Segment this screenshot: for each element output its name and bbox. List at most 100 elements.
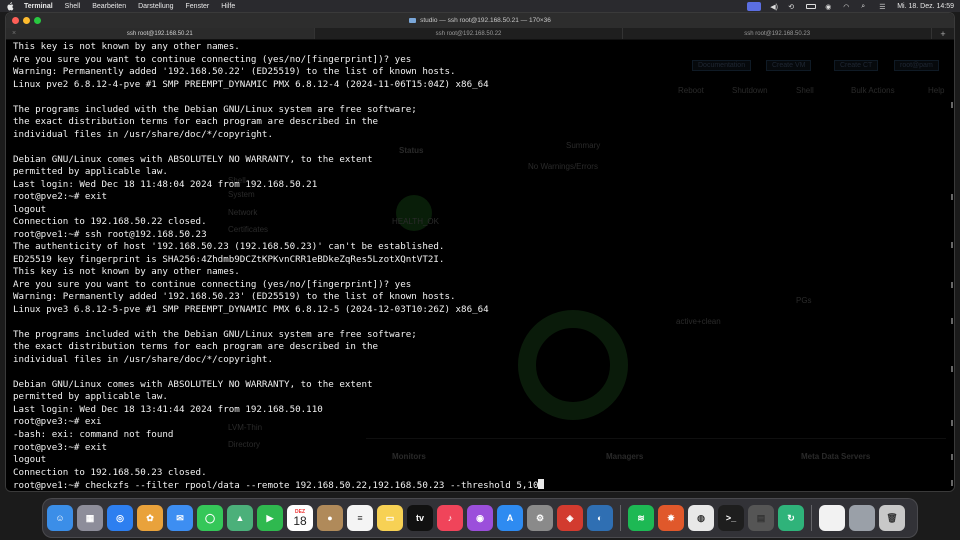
dock-mail-icon[interactable]: ✉ — [167, 505, 193, 531]
dock-reminders-icon[interactable]: ≡ — [347, 505, 373, 531]
tab-ssh-23[interactable]: ssh root@192.168.50.23 — [623, 28, 933, 39]
dock-app-green-icon[interactable]: ↻ — [778, 505, 804, 531]
dock-app-blue-icon[interactable]: ◐ — [587, 505, 613, 531]
screen-share-icon[interactable] — [747, 1, 762, 11]
terminal-line: -bash: exi: command not found — [13, 428, 174, 440]
dock-music-icon[interactable]: ♪ — [437, 505, 463, 531]
traffic-lights — [12, 17, 41, 24]
terminal-line: Last login: Wed Dec 18 13:41:44 2024 fro… — [13, 403, 323, 415]
terminal-line: root@pve3:~# exi — [13, 416, 102, 428]
dock-separator — [811, 505, 812, 531]
dock-contacts-icon[interactable]: ● — [317, 505, 343, 531]
tab-label: ssh root@192.168.50.23 — [744, 30, 811, 37]
terminal-line: Debian GNU/Linux comes with ABSOLUTELY N… — [13, 378, 373, 390]
dock-podcasts-icon[interactable]: ◉ — [467, 505, 493, 531]
menubar-clock[interactable]: Mi. 18. Dez. 14:59 — [897, 3, 954, 10]
dock-photos-icon[interactable]: ✿ — [137, 505, 163, 531]
dock-spotify-icon[interactable]: ≋ — [628, 505, 654, 531]
menu-darstellung[interactable]: Darstellung — [138, 3, 173, 10]
folder-icon — [409, 18, 417, 23]
dock-terminal-icon[interactable]: >_ — [718, 505, 744, 531]
dock-app-store-icon[interactable]: A — [497, 505, 523, 531]
terminal-line: The programs included with the Debian GN… — [13, 103, 417, 115]
dock-system-settings-icon[interactable]: ⚙ — [527, 505, 553, 531]
volume-icon[interactable]: ◀) — [770, 3, 779, 11]
dock-chrome-icon[interactable]: ◍ — [688, 505, 714, 531]
terminal-line: logout — [13, 454, 47, 466]
dock-app-red-icon[interactable]: ◈ — [557, 505, 583, 531]
zoom-window-button[interactable] — [34, 17, 41, 24]
window-title: studio — ssh root@192.168.50.21 — 170×36 — [409, 17, 551, 24]
tab-ssh-22[interactable]: ssh root@192.168.50.22 — [315, 28, 624, 39]
scroll-markers — [950, 40, 953, 491]
dock-maps-icon[interactable]: ▲ — [227, 505, 253, 531]
dock-finder-icon[interactable]: ☺ — [47, 505, 73, 531]
search-icon[interactable]: ⌕ — [861, 3, 870, 10]
terminal-line: logout — [13, 203, 47, 215]
wifi-icon[interactable]: ◠ — [843, 3, 852, 11]
tab-close-icon[interactable]: × — [12, 30, 16, 37]
menu-hilfe[interactable]: Hilfe — [221, 3, 235, 10]
tab-ssh-21[interactable]: × ssh root@192.168.50.21 — [6, 28, 315, 39]
terminal-line: root@pve3:~# exit — [13, 441, 108, 453]
terminal-line: Are you sure you want to continue connec… — [13, 278, 412, 290]
battery-icon[interactable] — [806, 3, 817, 9]
apple-icon[interactable] — [6, 1, 14, 11]
terminal-line: This key is not known by any other names… — [13, 266, 240, 278]
terminal-line: Warning: Permanently added '192.168.50.2… — [13, 66, 456, 78]
terminal-line: root@pve1:~# ssh root@192.168.50.23 — [13, 228, 207, 240]
calendar-day: 18 — [293, 513, 307, 528]
terminal-line: Last login: Wed Dec 18 11:48:04 2024 fro… — [13, 178, 318, 190]
status-area: ◀) ⟲ ◉ ◠ ⌕ ☰ Mi. 18. Dez. 14:59 — [747, 1, 954, 11]
command-prompt-line[interactable]: root@pve1:~# checkzfs --filter rpool/dat… — [13, 479, 946, 491]
terminal-line: Connection to 192.168.50.23 closed. — [13, 466, 207, 478]
dock-calendar-icon[interactable]: DEZ 18 — [287, 505, 313, 531]
window-title-text: studio — ssh root@192.168.50.21 — 170×36 — [420, 17, 551, 24]
terminal-line: Debian GNU/Linux comes with ABSOLUTELY N… — [13, 153, 373, 165]
command-input[interactable]: root@pve1:~# checkzfs --filter rpool/dat… — [13, 480, 538, 491]
new-tab-button[interactable]: + — [932, 28, 954, 39]
dock-launchpad-icon[interactable]: ▦ — [77, 505, 103, 531]
user-icon[interactable]: ◉ — [825, 3, 834, 11]
terminal-line: Are you sure you want to continue connec… — [13, 53, 412, 65]
tab-bar: × ssh root@192.168.50.21 ssh root@192.16… — [6, 28, 954, 40]
terminal-line: Warning: Permanently added '192.168.50.2… — [13, 291, 456, 303]
dock-trash-icon[interactable]: 🗑 — [879, 505, 905, 531]
menu-terminal[interactable]: Terminal — [24, 3, 53, 10]
dock-safari-icon[interactable]: ◎ — [107, 505, 133, 531]
menu-bearbeiten[interactable]: Bearbeiten — [92, 3, 126, 10]
menu-bar: Terminal Shell Bearbeiten Darstellung Fe… — [0, 0, 960, 12]
terminal-lines: This key is not known by any other names… — [13, 41, 946, 491]
dock-facetime-icon[interactable]: ▶ — [257, 505, 283, 531]
terminal-output[interactable]: Documentation Create VM Create CT root@p… — [6, 40, 954, 491]
terminal-line: This key is not known by any other names… — [13, 41, 240, 52]
terminal-line: the exact distribution terms for each pr… — [13, 341, 379, 353]
dock-app-orange-icon[interactable]: ✸ — [658, 505, 684, 531]
terminal-line: Linux pve3 6.8.12-5-pve #1 SMP PREEMPT_D… — [13, 303, 489, 315]
terminal-line: The authenticity of host '192.168.50.23 … — [13, 241, 445, 253]
control-center-icon[interactable]: ☰ — [879, 3, 888, 11]
menu-fenster[interactable]: Fenster — [186, 3, 210, 10]
terminal-line: Connection to 192.168.50.22 closed. — [13, 216, 207, 228]
close-window-button[interactable] — [12, 17, 19, 24]
text-cursor — [538, 479, 545, 490]
dock-messages-icon[interactable]: ◯ — [197, 505, 223, 531]
dock-calculator-icon[interactable]: ▤ — [748, 505, 774, 531]
menu-shell[interactable]: Shell — [65, 3, 81, 10]
terminal-line: ED25519 key fingerprint is SHA256:4Zhdmb… — [13, 253, 445, 265]
dock-document-icon[interactable] — [819, 505, 845, 531]
minimize-window-button[interactable] — [23, 17, 30, 24]
dock-downloads-icon[interactable] — [849, 505, 875, 531]
dock-tv-icon[interactable]: tv — [407, 505, 433, 531]
dock-notes-icon[interactable]: ▭ — [377, 505, 403, 531]
tab-label: ssh root@192.168.50.22 — [435, 30, 502, 37]
window-titlebar[interactable]: studio — ssh root@192.168.50.21 — 170×36 — [6, 13, 954, 28]
timemachine-icon[interactable]: ⟲ — [788, 3, 797, 11]
terminal-line: root@pve2:~# exit — [13, 191, 108, 203]
terminal-window: studio — ssh root@192.168.50.21 — 170×36… — [5, 12, 955, 492]
terminal-line: the exact distribution terms for each pr… — [13, 116, 379, 128]
